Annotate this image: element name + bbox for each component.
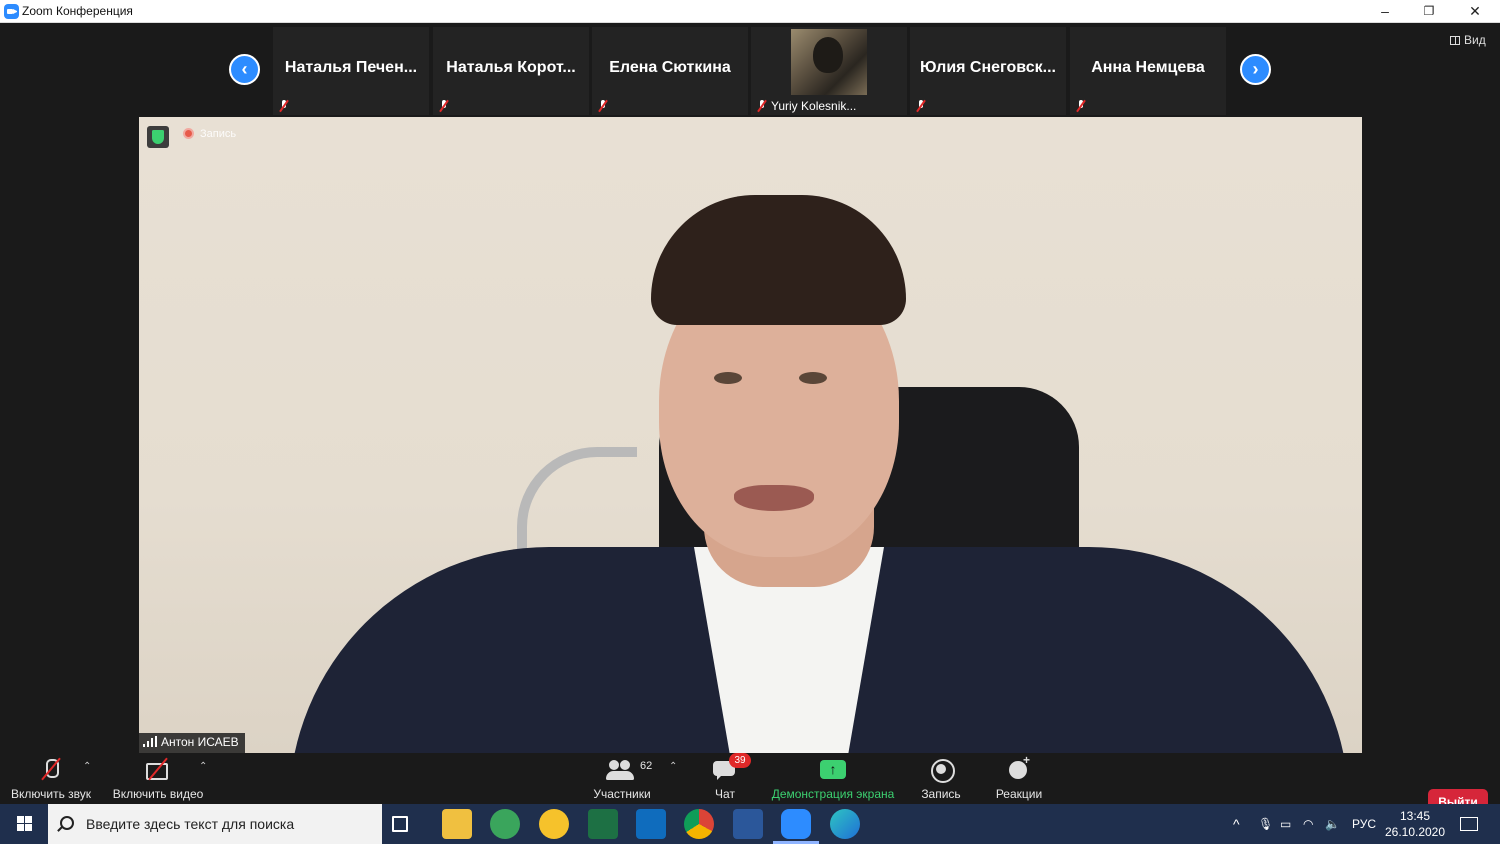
- participant-name: Елена Сюткина: [609, 59, 731, 76]
- speaker-eye: [714, 372, 742, 384]
- volume-icon[interactable]: 🔈: [1325, 804, 1340, 844]
- unmute-button[interactable]: Включить звук: [8, 753, 94, 801]
- battery-icon[interactable]: ▭: [1280, 804, 1291, 844]
- zoom-app-icon: [4, 4, 19, 19]
- speaker-hair: [651, 195, 906, 325]
- record-icon: [927, 757, 955, 783]
- tray-overflow-chevron-icon[interactable]: ^: [1233, 804, 1240, 844]
- participant-tile[interactable]: Юлия Снеговск...: [910, 27, 1066, 115]
- participant-photo: [791, 29, 867, 95]
- participants-label: Участники: [593, 787, 651, 801]
- muted-microphone-icon: [37, 757, 65, 783]
- muted-mic-icon: [1076, 100, 1086, 112]
- language-indicator[interactable]: РУС: [1352, 804, 1376, 844]
- search-icon: [60, 816, 74, 830]
- participants-options-caret[interactable]: ⌃: [669, 761, 677, 772]
- reactions-button[interactable]: Реакции: [990, 753, 1048, 801]
- close-button[interactable]: ✕: [1452, 0, 1498, 23]
- task-view-icon[interactable]: [392, 816, 408, 832]
- clock-date: 26.10.2020: [1384, 825, 1446, 839]
- edge-icon[interactable]: [830, 809, 860, 839]
- muted-mic-icon: [916, 100, 926, 112]
- active-speaker-video[interactable]: Запись Антон ИСАЕВ: [139, 117, 1362, 753]
- participants-count: 62: [640, 760, 653, 772]
- file-explorer-icon[interactable]: [442, 809, 472, 839]
- muted-mic-icon: [439, 100, 449, 112]
- reactions-smiley-icon: [1005, 753, 1033, 783]
- windows-taskbar: Введите здесь текст для поиска ^ 🎙 ▭ ◠ 🔈…: [0, 804, 1500, 844]
- windows-start-button[interactable]: [0, 804, 48, 844]
- chrome-icon[interactable]: [684, 809, 714, 839]
- signal-strength-icon: [143, 736, 157, 747]
- share-screen-button[interactable]: Демонстрация экрана: [768, 753, 898, 801]
- clock-time: 13:45: [1399, 809, 1431, 823]
- grid-view-icon: [1450, 36, 1460, 45]
- participant-name: Наталья Печен...: [284, 59, 418, 76]
- chat-unread-badge: 39: [729, 753, 751, 768]
- muted-mic-icon: [598, 100, 608, 112]
- unmute-label: Включить звук: [10, 787, 92, 801]
- microphone-tray-icon[interactable]: 🎙: [1258, 804, 1273, 844]
- recording-dot-icon: [183, 128, 194, 139]
- participant-name: Анна Немцева: [1091, 59, 1205, 76]
- chat-label: Чат: [715, 787, 735, 801]
- minimize-button[interactable]: –: [1362, 0, 1408, 23]
- recording-label: Запись: [200, 128, 237, 140]
- window-title: Zoom Конференция: [22, 4, 133, 18]
- participants-icon: [606, 757, 634, 783]
- search-placeholder: Введите здесь текст для поиска: [86, 816, 295, 832]
- system-clock[interactable]: 13:45 26.10.2020: [1380, 808, 1450, 840]
- start-video-button[interactable]: Включить видео: [110, 753, 206, 801]
- restore-button[interactable]: ❐: [1406, 0, 1452, 23]
- participant-name: Наталья Корот...: [446, 59, 576, 76]
- participant-name: Yuriy Kolesnik...: [771, 99, 857, 113]
- speaker-name-tag: Антон ИСАЕВ: [139, 733, 245, 753]
- participant-tile[interactable]: Анна Немцева: [1070, 27, 1226, 115]
- record-label: Запись: [921, 787, 961, 801]
- speaker-name: Антон ИСАЕВ: [161, 735, 239, 749]
- view-button[interactable]: Вид: [1450, 33, 1486, 47]
- maps-app-icon[interactable]: [490, 809, 520, 839]
- windows-logo-icon: [17, 816, 24, 823]
- participant-tile[interactable]: Наталья Печен...: [273, 27, 429, 115]
- taskbar-search-box[interactable]: Введите здесь текст для поиска: [48, 804, 382, 844]
- excel-icon[interactable]: [588, 809, 618, 839]
- start-video-label: Включить видео: [112, 787, 204, 801]
- recording-indicator: Запись: [183, 128, 236, 140]
- video-off-icon: [144, 757, 172, 783]
- participant-name: Юлия Снеговск...: [920, 59, 1056, 76]
- participant-tile[interactable]: Yuriy Kolesnik...: [751, 27, 907, 115]
- record-button[interactable]: Запись: [912, 753, 970, 801]
- video-options-caret[interactable]: ⌃: [199, 761, 207, 772]
- wifi-icon[interactable]: ◠: [1303, 804, 1313, 844]
- prev-participants-button[interactable]: ‹: [229, 54, 260, 85]
- muted-mic-icon: [279, 100, 289, 112]
- word-icon[interactable]: [733, 809, 763, 839]
- speaker-eye: [799, 372, 827, 384]
- participant-tile[interactable]: Наталья Корот...: [433, 27, 589, 115]
- muted-mic-icon: [757, 100, 767, 112]
- share-screen-icon: [819, 757, 847, 783]
- reactions-label: Реакции: [995, 787, 1043, 801]
- meeting-area: Вид ‹ Наталья Печен... Наталья Корот... …: [0, 23, 1500, 827]
- share-screen-label: Демонстрация экрана: [771, 787, 895, 801]
- view-button-label: Вид: [1464, 33, 1486, 47]
- participant-tile[interactable]: Елена Сюткина: [592, 27, 748, 115]
- audio-options-caret[interactable]: ⌃: [83, 761, 91, 772]
- next-participants-button[interactable]: ›: [1240, 54, 1271, 85]
- 1c-app-icon[interactable]: [539, 809, 569, 839]
- zoom-taskbar-icon[interactable]: [773, 809, 819, 844]
- encryption-shield-icon[interactable]: [147, 126, 169, 148]
- window-titlebar: Zoom Конференция – ❐ ✕: [0, 0, 1500, 23]
- outlook-icon[interactable]: [636, 809, 666, 839]
- notifications-icon[interactable]: [1460, 817, 1478, 831]
- speaker-mouth: [734, 485, 814, 511]
